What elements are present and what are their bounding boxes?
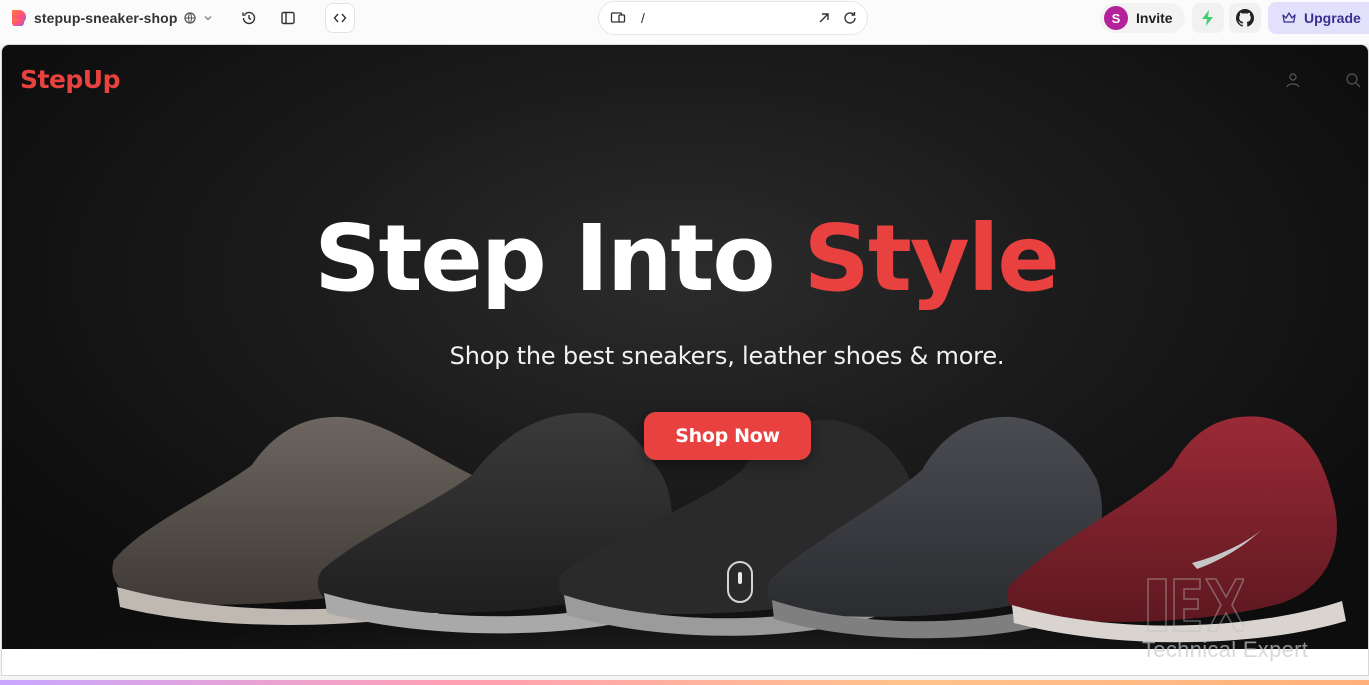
shop-now-button[interactable]: Shop Now [644,412,811,460]
hero-headline: Step Into Style [2,213,1368,305]
code-view-button[interactable] [325,3,355,33]
app-logo-icon [12,10,26,26]
github-button[interactable] [1229,3,1261,33]
globe-icon [183,12,196,24]
sidebar-toggle-button[interactable] [273,3,303,33]
refresh-icon[interactable] [842,10,858,26]
site-logo[interactable]: StepUp [20,65,121,94]
github-icon [1236,9,1254,27]
upgrade-label: Upgrade [1304,10,1361,26]
upgrade-button[interactable]: Upgrade [1268,2,1369,34]
avatar: S [1104,6,1128,30]
url-path[interactable]: / [641,10,645,26]
hero-subheadline: Shop the best sneakers, leather shoes & … [449,342,1005,370]
crown-icon [1282,12,1296,23]
sneaker-lineup-image [2,412,1368,649]
project-switcher[interactable]: stepup-sneaker-shop [8,8,214,28]
preview-url-bar[interactable]: / [598,1,868,35]
scroll-indicator-dot [738,572,742,584]
user-icon[interactable] [1284,71,1302,89]
bottom-accent-bar [0,680,1369,685]
search-icon[interactable] [1344,71,1362,89]
chevron-down-icon [204,16,211,21]
project-name: stepup-sneaker-shop [34,10,178,26]
device-preview-icon[interactable] [610,10,626,26]
site-preview-frame: StepUp Step Into Style Shop the best sne… [1,44,1369,676]
code-icon [333,13,347,23]
headline-accent: Style [803,205,1060,312]
hero-section: StepUp Step Into Style Shop the best sne… [2,45,1368,649]
scroll-indicator[interactable] [727,561,753,603]
headline-part1: Step Into [314,205,804,312]
bolt-icon [1202,10,1213,26]
editor-toolbar: stepup-sneaker-shop / S Invite Upgrade [0,0,1369,44]
history-icon [242,11,256,25]
invite-label: Invite [1136,10,1173,26]
supabase-button[interactable] [1192,3,1224,33]
history-button[interactable] [234,3,264,33]
open-external-icon[interactable] [816,10,832,26]
invite-button[interactable]: S Invite [1100,3,1185,33]
sidebar-toggle-icon [281,11,295,25]
